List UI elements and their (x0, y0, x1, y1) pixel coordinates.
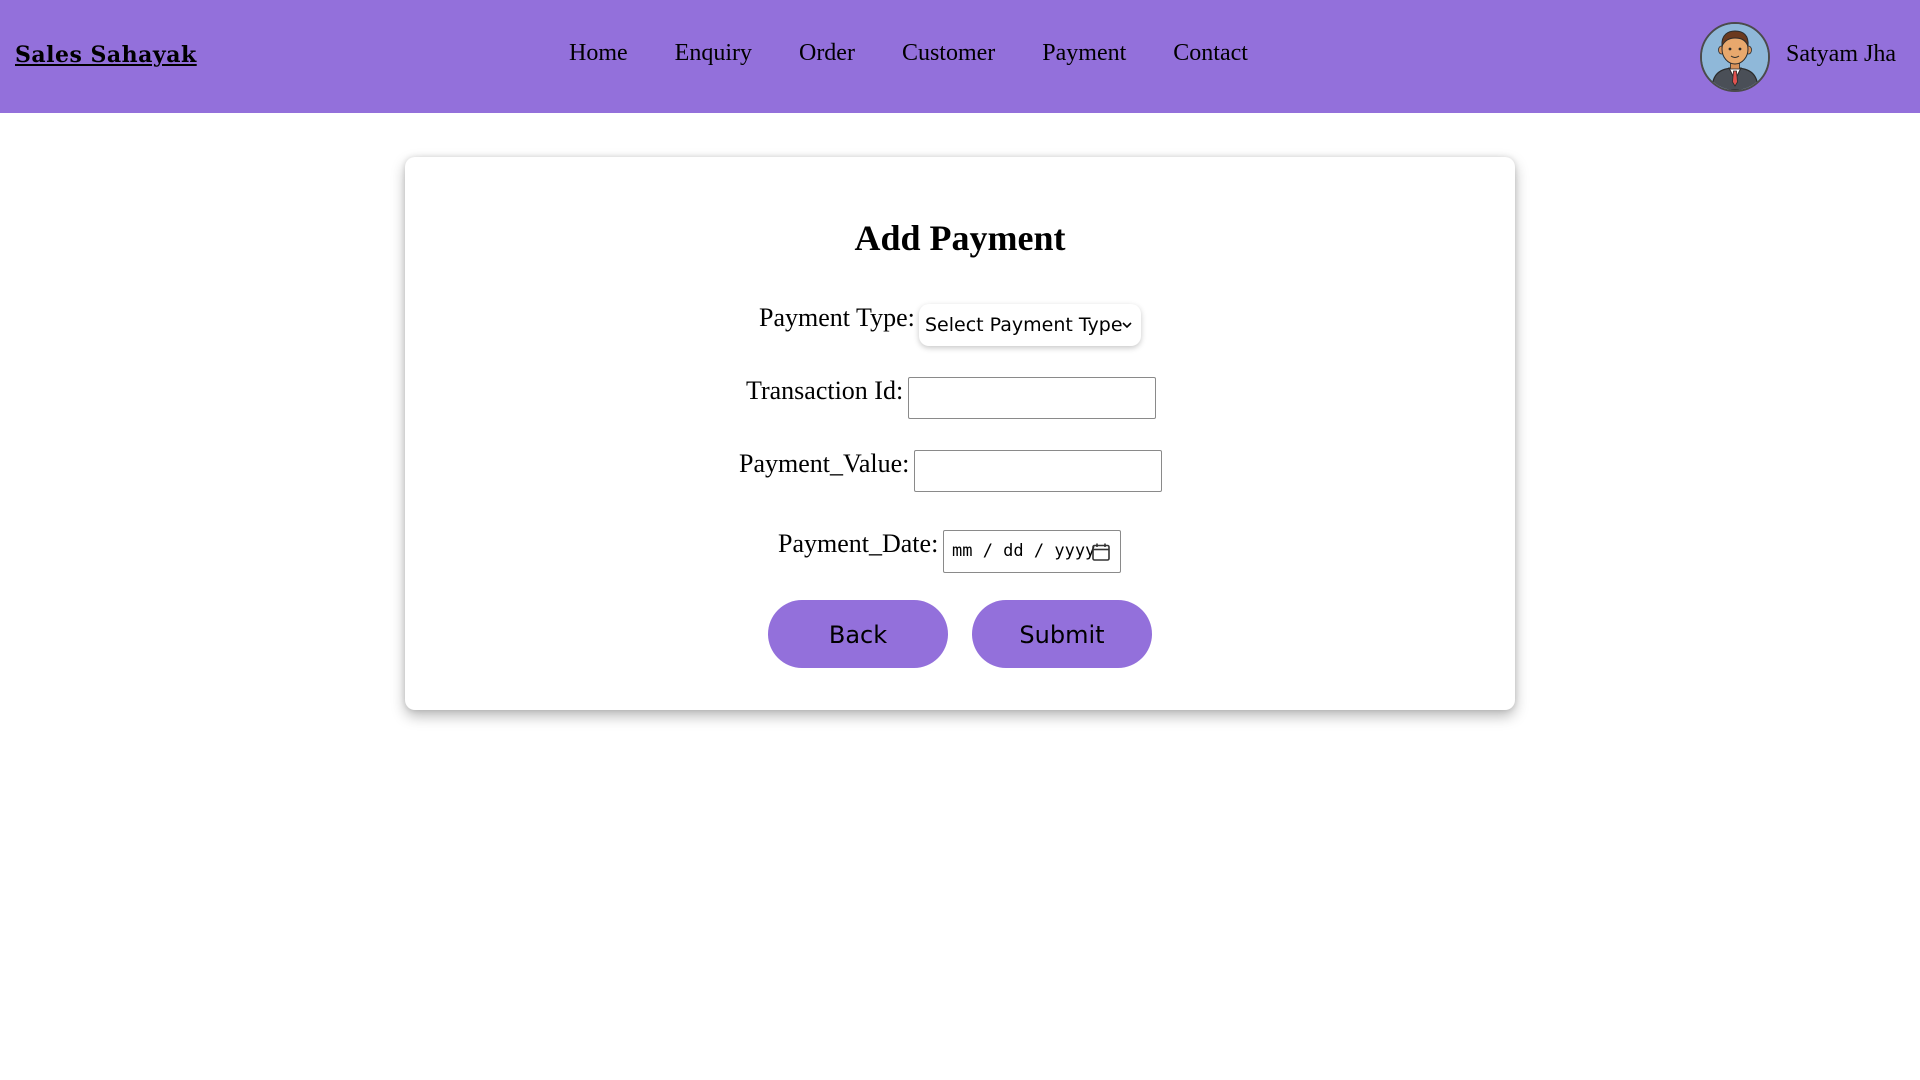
nav-link-customer[interactable]: Customer (902, 40, 995, 67)
payment-type-select[interactable]: Select Payment Type (919, 304, 1141, 346)
top-navbar: Sales Sahayak Home Enquiry Order Custome… (0, 0, 1920, 113)
brand-logo-link[interactable]: Sales Sahayak (15, 42, 197, 68)
back-button[interactable]: Back (768, 600, 948, 668)
payment-date-input[interactable]: mm / dd / yyyy (943, 530, 1121, 573)
nav-links: Home Enquiry Order Customer Payment Cont… (569, 40, 1248, 67)
nav-link-contact[interactable]: Contact (1173, 40, 1248, 67)
user-name: Satyam Jha (1786, 41, 1896, 67)
transaction-id-input[interactable] (908, 377, 1156, 419)
payment-type-selected-value: Select Payment Type (925, 314, 1123, 336)
user-avatar-icon[interactable] (1700, 22, 1770, 92)
nav-link-enquiry[interactable]: Enquiry (675, 40, 752, 67)
payment-date-label: Payment_Date: (778, 529, 939, 558)
page-title: Add Payment (854, 218, 1066, 258)
payment-type-label: Payment Type: (759, 303, 915, 332)
payment-value-input[interactable] (914, 450, 1162, 492)
submit-button[interactable]: Submit (972, 600, 1152, 668)
calendar-icon[interactable] (1091, 542, 1111, 562)
nav-link-order[interactable]: Order (799, 40, 855, 67)
nav-link-payment[interactable]: Payment (1042, 40, 1126, 67)
chevron-down-icon (1122, 322, 1132, 329)
nav-link-home[interactable]: Home (569, 40, 628, 67)
transaction-id-label: Transaction Id: (746, 376, 904, 405)
add-payment-card: Add Payment Payment Type: Select Payment… (405, 157, 1515, 710)
payment-date-placeholder: mm / dd / yyyy (952, 541, 1096, 561)
payment-value-label: Payment_Value: (739, 449, 910, 478)
